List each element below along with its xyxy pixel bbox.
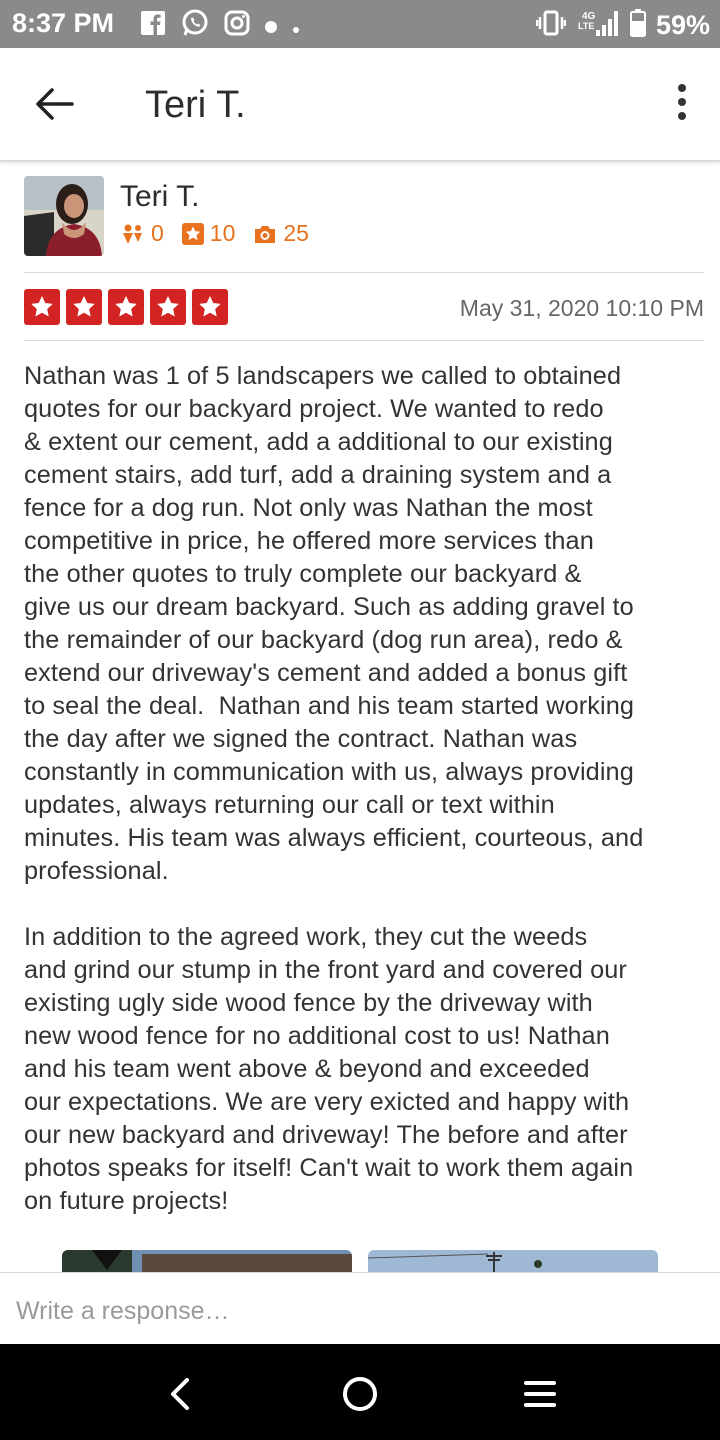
star-icon	[192, 289, 228, 325]
review-photo[interactable]	[368, 1250, 658, 1272]
divider	[24, 340, 704, 341]
reviewer-profile[interactable]: Teri T. 0 10 25	[24, 176, 704, 266]
review-date: May 31, 2020 10:10 PM	[459, 295, 704, 321]
home-circle-icon	[343, 1377, 377, 1411]
response-input[interactable]	[16, 1293, 696, 1329]
star-icon	[150, 289, 186, 325]
friends-stat: 0	[121, 220, 164, 247]
camera-icon	[255, 225, 276, 243]
photos-stat: 25	[253, 220, 309, 247]
page-title: Teri T.	[145, 84, 246, 126]
facebook-icon	[140, 10, 166, 44]
app-bar: Teri T.	[0, 48, 720, 162]
reviewer-stats: 0 10 25	[121, 220, 309, 247]
review-photo[interactable]	[62, 1250, 352, 1272]
photos-count: 25	[283, 220, 309, 246]
system-nav-bar	[0, 1344, 720, 1440]
svg-text:LTE: LTE	[578, 21, 594, 31]
notification-icons	[140, 8, 300, 46]
friends-icon	[123, 224, 142, 244]
whatsapp-icon	[180, 8, 210, 46]
back-button[interactable]	[32, 82, 80, 126]
instagram-icon	[224, 10, 250, 44]
star-icon	[108, 289, 144, 325]
nav-home-button[interactable]	[336, 1370, 384, 1418]
chevron-left-icon	[171, 1378, 189, 1410]
battery-percent: 59%	[655, 10, 710, 40]
nav-recents-button[interactable]	[516, 1370, 564, 1418]
status-indicators: 4G LTE 59%	[535, 8, 710, 43]
small-dot-icon	[292, 12, 300, 42]
reviews-stat: 10	[181, 220, 236, 247]
reviews-count: 10	[209, 220, 236, 246]
review-photos	[62, 1250, 662, 1272]
nav-back-button[interactable]	[156, 1370, 204, 1418]
arrow-left-icon	[36, 88, 74, 120]
menu-icon	[524, 1381, 556, 1407]
status-time: 8:37 PM	[12, 8, 115, 38]
battery-icon	[629, 9, 646, 42]
review-text: Nathan was 1 of 5 landscapers we called …	[24, 362, 644, 1215]
star-icon	[24, 289, 60, 325]
divider	[24, 272, 704, 273]
avatar[interactable]	[24, 176, 104, 256]
response-bar	[0, 1272, 720, 1343]
vibrate-icon	[535, 10, 567, 41]
status-bar: 8:37 PM 4G LTE 59%	[0, 0, 720, 48]
reviewer-name[interactable]: Teri T.	[120, 180, 199, 214]
more-options-button[interactable]	[672, 84, 692, 124]
dot-icon	[264, 12, 278, 42]
friends-count: 0	[151, 220, 164, 246]
star-icon	[66, 289, 102, 325]
signal-icon: 4G LTE	[576, 8, 620, 43]
review-star-icon	[181, 222, 204, 245]
rating-row: May 31, 2020 10:10 PM	[24, 289, 704, 325]
